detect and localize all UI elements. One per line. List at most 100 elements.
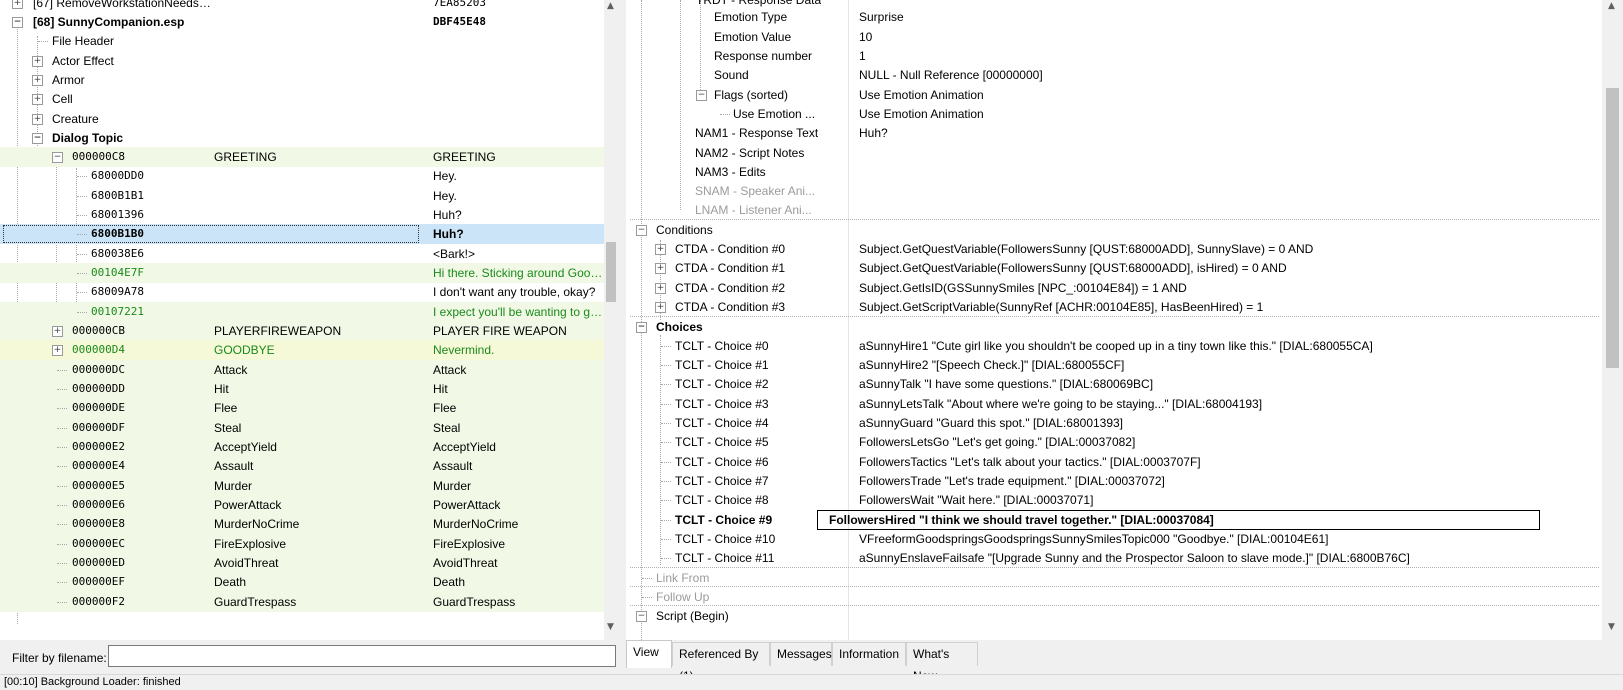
field-value[interactable]: Use Emotion Animation (859, 85, 1595, 105)
tree-row-topic[interactable]: 000000E6 PowerAttack PowerAttack (0, 495, 604, 515)
plus-box-icon[interactable]: + (32, 56, 43, 67)
field-value[interactable]: Surprise (859, 7, 1595, 27)
minus-box-icon[interactable]: − (636, 322, 647, 333)
tree-row-topic[interactable]: 000000F2 GuardTrespass GuardTrespass (0, 592, 604, 612)
tree-row-creature[interactable]: + Creature (0, 109, 604, 129)
field-flags-sorted[interactable]: − Flags (sorted) Use Emotion Animation (626, 85, 1599, 105)
plus-box-icon[interactable]: + (32, 94, 43, 105)
field-value[interactable]: Subject.GetIsID(GSSunnySmiles [NPC_:0010… (859, 278, 1595, 298)
tab-referenced-by[interactable]: Referenced By (1) (672, 642, 770, 683)
minus-box-icon[interactable]: − (52, 152, 63, 163)
tree-row-info[interactable]: 680038E6 <Bark!> (0, 244, 604, 264)
tree-row-armor[interactable]: + Armor (0, 70, 604, 90)
field-value[interactable]: aSunnyHire2 "[Speech Check.]" [DIAL:6800… (859, 355, 1595, 375)
field-value[interactable]: aSunnyTalk "I have some questions." [DIA… (859, 374, 1595, 394)
tree-row-topic-goodbye[interactable]: + 000000D4 GOODBYE Nevermind. (0, 340, 604, 360)
group-follow-up[interactable]: Follow Up (626, 587, 1599, 607)
tree-row-topic[interactable]: 000000ED AvoidThreat AvoidThreat (0, 553, 604, 573)
field-value[interactable]: FollowersHired "I think we should travel… (817, 510, 1540, 530)
tree-scrollbar[interactable]: ▲ ▼ (604, 0, 618, 640)
tree-row-topic[interactable]: 000000E4 Assault Assault (0, 456, 604, 476)
tree-row-info-selected[interactable]: 6800B1B0 Huh? (0, 224, 604, 244)
field-condition-0[interactable]: + CTDA - Condition #0 Subject.GetQuestVa… (626, 239, 1599, 259)
field-value[interactable] (859, 162, 1595, 182)
field-choice-7[interactable]: TCLT - Choice #7 FollowersTrade "Let's t… (626, 471, 1599, 491)
plus-box-icon[interactable]: + (32, 114, 43, 125)
field-choice-3[interactable]: TCLT - Choice #3 aSunnyLetsTalk "About w… (626, 394, 1599, 414)
field-choice-2[interactable]: TCLT - Choice #2 aSunnyTalk "I have some… (626, 374, 1599, 394)
tree-row-cell[interactable]: + Cell (0, 89, 604, 109)
field-response-text[interactable]: NAM1 - Response Text Huh? (626, 123, 1599, 143)
field-value[interactable]: Use Emotion Animation (859, 104, 1595, 124)
record-tree[interactable]: + [67] RemoveWorkstationNeeds.esp 7EA852… (0, 0, 618, 640)
field-value[interactable]: VFreeformGoodspringsGoodspringsSunnySmil… (859, 529, 1595, 549)
minus-box-icon[interactable]: − (12, 17, 23, 28)
field-value[interactable]: Huh? (859, 123, 1595, 143)
field-choice-1[interactable]: TCLT - Choice #1 aSunnyHire2 "[Speech Ch… (626, 355, 1599, 375)
field-emotion-value[interactable]: Emotion Value 10 (626, 27, 1599, 47)
minus-box-icon[interactable]: − (696, 90, 707, 101)
field-emotion-type[interactable]: Emotion Type Surprise (626, 7, 1599, 27)
tree-row-topic[interactable]: 000000DC Attack Attack (0, 360, 604, 380)
field-condition-2[interactable]: + CTDA - Condition #2 Subject.GetIsID(GS… (626, 278, 1599, 298)
plus-box-icon[interactable]: + (32, 75, 43, 86)
filter-input[interactable] (108, 645, 616, 667)
tree-row-actor-effect[interactable]: + Actor Effect (0, 51, 604, 71)
field-condition-1[interactable]: + CTDA - Condition #1 Subject.GetQuestVa… (626, 258, 1599, 278)
plus-box-icon[interactable]: + (655, 283, 666, 294)
field-listener-animation[interactable]: LNAM - Listener Ani... (626, 200, 1599, 220)
field-choice-6[interactable]: TCLT - Choice #6 FollowersTactics "Let's… (626, 452, 1599, 472)
plus-box-icon[interactable]: + (12, 0, 23, 9)
plus-box-icon[interactable]: + (52, 326, 63, 337)
field-value[interactable]: Subject.GetQuestVariable(FollowersSunny … (859, 239, 1595, 259)
arrow-down-icon[interactable]: ▼ (607, 622, 614, 632)
tab-information[interactable]: Information (832, 642, 906, 666)
tree-row-topic[interactable]: 000000DF Steal Steal (0, 418, 604, 438)
field-value[interactable]: Subject.GetScriptVariable(SunnyRef [ACHR… (859, 297, 1595, 317)
plus-box-icon[interactable]: + (52, 345, 63, 356)
tree-row-topic[interactable]: 000000E2 AcceptYield AcceptYield (0, 437, 604, 457)
scrollbar-thumb[interactable] (1606, 88, 1619, 368)
tree-row-topic[interactable]: 000000DD Hit Hit (0, 379, 604, 399)
field-value[interactable]: aSunnyGuard "Guard this spot." [DIAL:680… (859, 413, 1595, 433)
tree-row-topic[interactable]: 000000EC FireExplosive FireExplosive (0, 534, 604, 554)
group-link-from[interactable]: Link From (626, 568, 1599, 588)
field-use-emotion[interactable]: Use Emotion ... Use Emotion Animation (626, 104, 1599, 124)
minus-box-icon[interactable]: − (636, 611, 647, 622)
scrollbar-thumb[interactable] (606, 242, 616, 302)
plus-box-icon[interactable]: + (655, 263, 666, 274)
field-value[interactable]: aSunnyLetsTalk "About where we're going … (859, 394, 1595, 414)
field-script-notes[interactable]: NAM2 - Script Notes (626, 143, 1599, 163)
field-value[interactable]: FollowersTrade "Let's trade equipment." … (859, 471, 1595, 491)
tree-row-topic[interactable]: + 000000CB PLAYERFIREWEAPON PLAYER FIRE … (0, 321, 604, 341)
field-choice-8[interactable]: TCLT - Choice #8 FollowersWait "Wait her… (626, 490, 1599, 510)
field-choice-11[interactable]: TCLT - Choice #11 aSunnyEnslaveFailsafe … (626, 548, 1599, 568)
field-speaker-animation[interactable]: SNAM - Speaker Ani... (626, 181, 1599, 201)
field-value[interactable]: NULL - Null Reference [00000000] (859, 65, 1595, 85)
minus-box-icon[interactable]: − (636, 225, 647, 236)
tree-row-greeting[interactable]: − 000000C8 GREETING GREETING (0, 147, 604, 167)
field-value[interactable]: FollowersWait "Wait here." [DIAL:0003707… (859, 490, 1595, 510)
tab-view[interactable]: View (626, 640, 672, 668)
pane-splitter[interactable] (618, 0, 626, 640)
tree-row-info-override[interactable]: 00104E7F Hi there. Sticking around Goods… (0, 263, 604, 283)
field-value[interactable] (859, 143, 1595, 163)
arrow-up-icon[interactable]: ▲ (1608, 1, 1615, 11)
tree-row-topic[interactable]: 000000EF Death Death (0, 572, 604, 592)
tree-row-dialog-topic[interactable]: − Dialog Topic (0, 128, 604, 148)
arrow-up-icon[interactable]: ▲ (607, 1, 614, 11)
field-choice-10[interactable]: TCLT - Choice #10 VFreeformGoodspringsGo… (626, 529, 1599, 549)
field-value[interactable]: 1 (859, 46, 1595, 66)
tree-row-info[interactable]: 6800B1B1 Hey. (0, 186, 604, 206)
tree-row-topic[interactable]: 000000DE Flee Flee (0, 398, 604, 418)
field-value[interactable]: aSunnyHire1 "Cute girl like you shouldn'… (859, 336, 1595, 356)
plus-box-icon[interactable]: + (655, 244, 666, 255)
arrow-down-icon[interactable]: ▼ (1608, 622, 1615, 632)
tree-row-topic[interactable]: 000000E5 Murder Murder (0, 476, 604, 496)
tree-row-topic[interactable]: 000000E8 MurderNoCrime MurderNoCrime (0, 514, 604, 534)
tab-whats-new[interactable]: What's New (906, 642, 978, 683)
tree-row-info[interactable]: 68000DD0 Hey. (0, 166, 604, 186)
tree-row-plugin-68[interactable]: − [68] SunnyCompanion.esp DBF45E48 (0, 12, 604, 32)
field-value[interactable]: 10 (859, 27, 1595, 47)
record-view[interactable]: TRDT - Response Data Emotion Type Surpri… (626, 0, 1623, 640)
